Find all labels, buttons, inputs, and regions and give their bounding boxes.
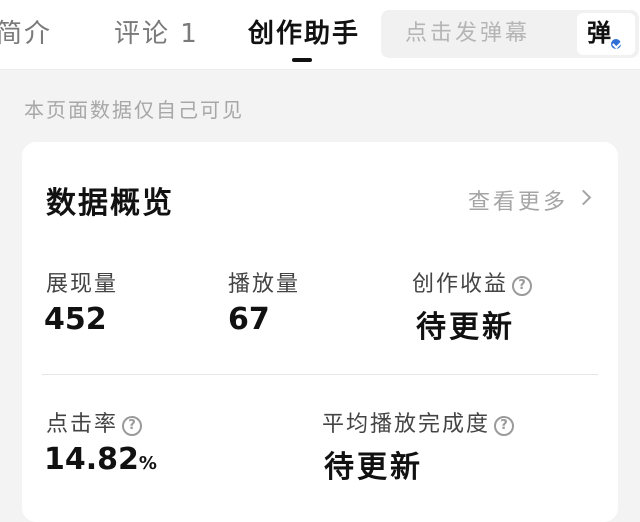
top-tab-bar: 简介 评论 1 创作助手 点击发弹幕 弹: [0, 0, 640, 70]
stat-ctr: 点击率?: [46, 406, 143, 438]
tab-intro[interactable]: 简介: [0, 14, 52, 54]
danmu-toggle-button[interactable]: 弹: [577, 13, 635, 55]
stat-label-earnings: 创作收益: [412, 272, 509, 297]
divider: [42, 374, 598, 375]
danmu-bar: 点击发弹幕 弹: [381, 10, 639, 58]
data-overview-card: 数据概览 查看更多 展现量 452 播放量 67 创作收益? 待更新 点击率? …: [22, 142, 618, 522]
danmu-input[interactable]: 点击发弹幕: [405, 10, 530, 58]
help-icon[interactable]: ?: [512, 276, 533, 296]
help-icon[interactable]: ?: [122, 416, 143, 436]
stat-value-plays: 67: [228, 302, 270, 337]
stat-value-completion: 待更新: [324, 450, 423, 485]
tab-comments[interactable]: 评论 1: [114, 14, 199, 54]
stat-label-ctr: 点击率: [46, 412, 119, 437]
card-title: 数据概览: [46, 186, 174, 221]
stat-label-plays: 播放量: [228, 272, 301, 297]
check-badge-icon: [609, 37, 623, 51]
ctr-number: 14.82: [44, 442, 139, 477]
chevron-right-icon[interactable]: [575, 189, 592, 206]
stat-value-ctr: 14.82%: [44, 442, 157, 477]
danmu-button-label: 弹: [587, 19, 611, 47]
stat-value-impressions: 452: [44, 302, 107, 337]
view-more-link[interactable]: 查看更多: [468, 184, 568, 216]
ctr-unit: %: [138, 453, 157, 474]
privacy-notice: 本页面数据仅自己可见: [24, 98, 244, 122]
tab-creator-assistant[interactable]: 创作助手: [248, 14, 360, 54]
stat-earnings: 创作收益?: [412, 266, 533, 298]
help-icon[interactable]: ?: [494, 416, 515, 436]
stat-label-impressions: 展现量: [46, 272, 119, 297]
stat-completion: 平均播放完成度?: [322, 406, 515, 438]
stat-value-earnings: 待更新: [416, 310, 515, 345]
active-tab-indicator: [292, 58, 312, 62]
stat-label-completion: 平均播放完成度: [322, 412, 491, 437]
